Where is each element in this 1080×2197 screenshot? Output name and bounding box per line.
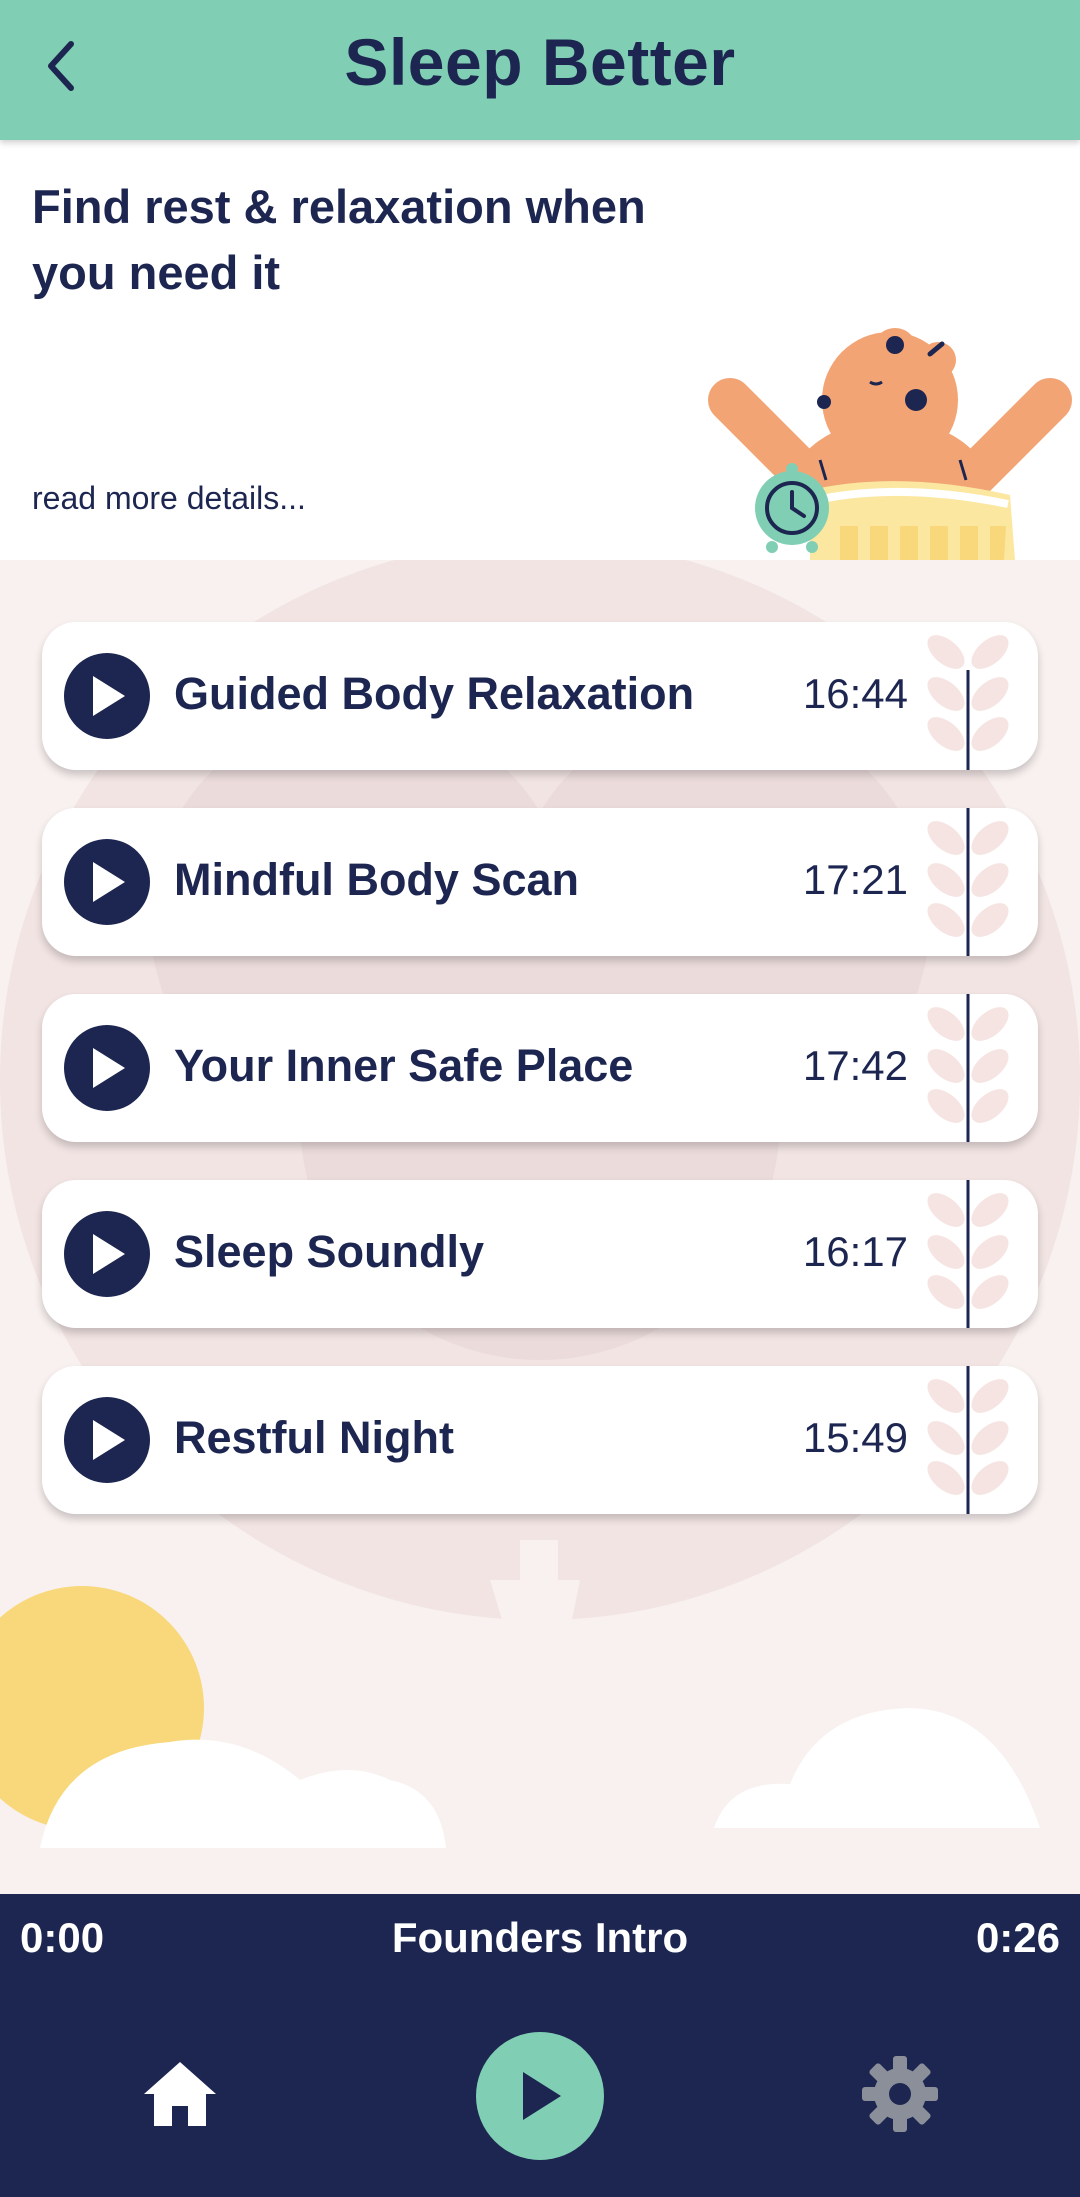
track-item[interactable]: Your Inner Safe Place 17:42 bbox=[42, 994, 1038, 1142]
track-item[interactable]: Sleep Soundly 16:17 bbox=[42, 1180, 1038, 1328]
wheat-icon bbox=[927, 1180, 1009, 1328]
track-play-button[interactable] bbox=[64, 839, 150, 925]
track-item[interactable]: Guided Body Relaxation 16:44 bbox=[42, 622, 1038, 770]
track-title: Restful Night bbox=[174, 1412, 454, 1463]
total-time: 0:26 bbox=[975, 1914, 1060, 1961]
wheat-icon bbox=[927, 635, 1009, 770]
track-title: Sleep Soundly bbox=[174, 1226, 485, 1277]
track-title: Your Inner Safe Place bbox=[174, 1040, 634, 1091]
track-duration: 16:17 bbox=[802, 1228, 908, 1275]
home-button[interactable] bbox=[140, 2054, 220, 2134]
settings-button[interactable] bbox=[858, 2052, 942, 2136]
home-icon bbox=[144, 2062, 216, 2126]
wheat-icon bbox=[927, 994, 1009, 1142]
track-title: Guided Body Relaxation bbox=[174, 668, 695, 719]
track-play-button[interactable] bbox=[64, 1211, 150, 1297]
intro-heading: Find rest & relaxation when you need it bbox=[32, 180, 646, 299]
gear-icon bbox=[862, 2056, 938, 2132]
app-header: Sleep Better bbox=[0, 0, 1080, 140]
sleeping-bear-illustration bbox=[708, 328, 1072, 560]
play-icon bbox=[93, 862, 125, 902]
track-play-button[interactable] bbox=[64, 653, 150, 739]
track-title: Mindful Body Scan bbox=[174, 854, 579, 905]
play-icon bbox=[93, 1234, 125, 1274]
track-duration: 17:21 bbox=[802, 856, 908, 903]
play-icon bbox=[93, 1048, 125, 1088]
track-duration: 15:49 bbox=[802, 1414, 908, 1461]
page-title: Sleep Better bbox=[344, 25, 736, 99]
now-playing-title: Founders Intro bbox=[391, 1914, 689, 1961]
track-duration: 17:42 bbox=[802, 1042, 908, 1089]
intro-section: Find rest & relaxation when you need it … bbox=[0, 140, 1080, 560]
play-icon bbox=[93, 1420, 125, 1460]
audio-player-bar: 0:00 Founders Intro 0:26 bbox=[0, 1894, 1080, 2197]
wheat-icon bbox=[927, 1366, 1009, 1514]
track-duration: 16:44 bbox=[802, 670, 908, 717]
track-play-button[interactable] bbox=[64, 1397, 150, 1483]
main-play-button[interactable] bbox=[476, 2032, 604, 2160]
track-list: Guided Body Relaxation 16:44 Mindful Bod… bbox=[0, 560, 1080, 1894]
read-more-link[interactable]: read more details... bbox=[32, 480, 306, 517]
track-item[interactable]: Restful Night 15:49 bbox=[42, 1366, 1038, 1514]
track-play-button[interactable] bbox=[64, 1025, 150, 1111]
track-item[interactable]: Mindful Body Scan 17:21 bbox=[42, 808, 1038, 956]
play-icon bbox=[523, 2072, 561, 2120]
play-icon bbox=[93, 676, 125, 716]
wheat-icon bbox=[927, 808, 1009, 956]
